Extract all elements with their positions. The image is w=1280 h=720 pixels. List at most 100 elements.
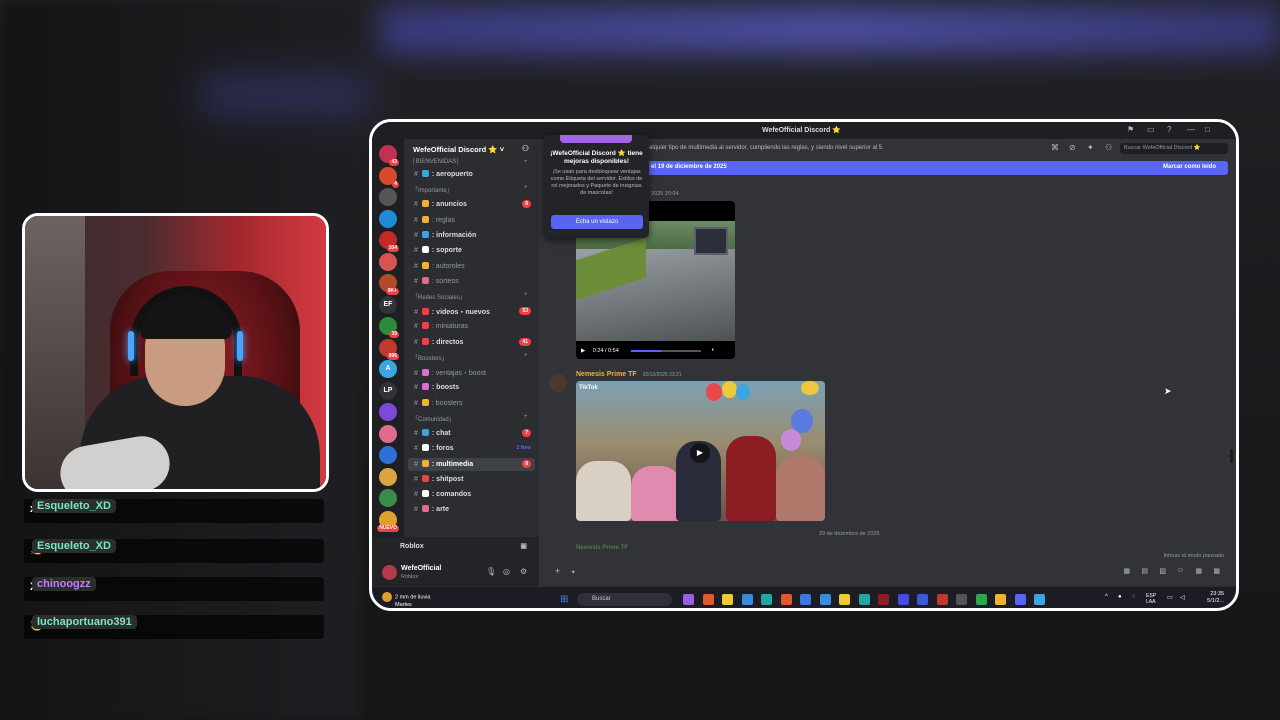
language-indicator[interactable]: ESP LAA xyxy=(1146,593,1156,605)
headphones-icon[interactable]: ◎ xyxy=(503,567,510,576)
play-button[interactable]: ▶ xyxy=(690,443,710,463)
maximize-window-icon[interactable]: □ xyxy=(1205,125,1210,134)
add-member-icon[interactable]: ⚇ xyxy=(522,144,529,153)
channel-item[interactable]: #: anuncios 8 xyxy=(408,198,535,211)
server-icon[interactable]: NUEVO xyxy=(377,510,399,532)
server-header[interactable]: WefeOfficial Discord ⭐ ˅ ⚇ xyxy=(404,139,539,159)
gif-icon[interactable]: ▤ xyxy=(1141,567,1148,575)
apps-icon[interactable]: ▦ xyxy=(1195,567,1202,575)
server-icon[interactable]: 4 xyxy=(379,166,399,188)
taskbar-app-icon[interactable] xyxy=(995,594,1006,605)
minimize-window-icon[interactable]: — xyxy=(1187,125,1195,134)
play-icon[interactable]: ▶ xyxy=(581,348,585,354)
sticker-icon[interactable]: ▧ xyxy=(1159,567,1166,575)
server-icon[interactable]: EF xyxy=(379,295,397,314)
new-messages-bar[interactable]: el 19 de diciembre de 2025 Marcar como l… xyxy=(648,161,1228,175)
channel-category[interactable]: 「Redes Sociales」 + xyxy=(412,292,528,301)
tray-mic-icon[interactable]: ◌ xyxy=(1132,594,1136,600)
add-channel-icon[interactable]: + xyxy=(524,185,528,191)
taskbar-app-icon[interactable] xyxy=(722,594,733,605)
message-author[interactable]: Nemesis Prime TF 22/12/2025 23:21 xyxy=(576,371,682,378)
search-input[interactable]: Buscar WefeOfficial Discord ⭐ xyxy=(1120,143,1228,154)
threads-icon[interactable]: ⌘ xyxy=(1051,143,1059,152)
channel-item[interactable]: #: boosts xyxy=(408,381,535,394)
scrollbar-thumb[interactable] xyxy=(1230,449,1233,463)
taskbar-app-icon[interactable] xyxy=(956,594,967,605)
add-channel-icon[interactable]: + xyxy=(524,353,528,359)
taskbar-app-icon[interactable] xyxy=(780,594,792,605)
volume-tray-icon[interactable]: ◁ xyxy=(1180,594,1185,601)
server-icon[interactable]: 43 xyxy=(379,145,399,166)
message-composer[interactable]: + ✦ ▦ ▤ ▧ ☺ ▦ ▦ xyxy=(547,563,1228,581)
channel-item[interactable]: #: chat 7 xyxy=(408,427,535,440)
taskbar-app-icon[interactable] xyxy=(819,594,831,605)
server-icon[interactable] xyxy=(379,489,397,507)
add-channel-icon[interactable]: + xyxy=(524,159,528,165)
inbox-icon[interactable]: ⚑ xyxy=(1127,125,1134,134)
channel-item[interactable]: #: arte xyxy=(408,503,535,516)
channel-item[interactable]: #: boosters xyxy=(408,397,535,410)
channel-item[interactable]: #: videos・nuevos 53 xyxy=(408,305,535,318)
channel-item[interactable]: #: directos 41 xyxy=(408,336,535,349)
take-a-look-button[interactable]: Echa un vistazo xyxy=(551,215,643,229)
server-icon[interactable]: 9K+ xyxy=(379,274,399,295)
volume-icon[interactable]: ◐ xyxy=(712,347,715,353)
taskbar-app-icon[interactable] xyxy=(800,594,811,605)
channel-category[interactable]: │BIENVENIDAS│ + xyxy=(412,159,528,165)
mic-icon[interactable]: 🎙 xyxy=(486,567,496,576)
taskbar-app-icon[interactable] xyxy=(839,594,850,605)
taskbar-app-icon[interactable] xyxy=(683,594,694,605)
channel-category[interactable]: 「Boosters」 + xyxy=(412,353,528,362)
taskbar-clock[interactable]: 23:35 5/1/2... xyxy=(1207,591,1224,605)
channel-item[interactable]: #: aeropuerto xyxy=(408,168,535,181)
taskbar-app-icon[interactable] xyxy=(741,594,753,605)
network-icon[interactable]: ▭ xyxy=(1167,594,1173,601)
author-avatar[interactable] xyxy=(549,374,567,392)
channel-item[interactable]: #: multimedia 8 xyxy=(408,457,535,471)
minimize-icon[interactable]: ▭ xyxy=(1147,125,1155,134)
channel-item[interactable]: #: soporte xyxy=(408,244,535,257)
video-attachment[interactable]: TikTok ▶ xyxy=(576,381,825,521)
voice-status[interactable]: Roblox ▣ xyxy=(372,537,539,559)
taskbar-app-icon[interactable] xyxy=(897,594,909,605)
gift-icon[interactable]: ▦ xyxy=(1123,567,1130,575)
mute-icon[interactable]: ⊘ xyxy=(1069,143,1076,152)
server-icon[interactable] xyxy=(379,188,397,206)
pin-icon[interactable]: ✦ xyxy=(1087,143,1094,152)
server-icon[interactable] xyxy=(379,252,397,271)
tray-app-icon[interactable]: ● xyxy=(1118,594,1122,600)
channel-category[interactable]: 「Comunidad」 + xyxy=(412,414,528,423)
tray-chevron-icon[interactable]: ^ xyxy=(1105,594,1108,600)
channel-item[interactable]: #: miniaturas xyxy=(408,320,535,333)
members-icon[interactable]: ⚇ xyxy=(1105,143,1112,152)
server-icon[interactable] xyxy=(379,403,397,421)
channel-item[interactable]: #: shitpost xyxy=(408,473,535,486)
taskbar-search[interactable]: Buscar xyxy=(577,593,672,606)
server-icon[interactable]: 996 xyxy=(379,338,399,360)
video-progress[interactable] xyxy=(631,350,701,352)
voice-settings-icon[interactable]: ▣ xyxy=(520,542,527,550)
server-icon[interactable] xyxy=(379,209,397,228)
server-icon[interactable] xyxy=(379,467,397,486)
windows-start-icon[interactable]: ⊞ xyxy=(560,594,568,605)
taskbar-app-icon[interactable] xyxy=(975,594,987,605)
add-attachment-icon[interactable]: + xyxy=(555,566,560,576)
taskbar-app-icon[interactable] xyxy=(917,594,928,605)
channel-item[interactable]: #: foros 2 New xyxy=(408,442,535,455)
taskbar-app-icon[interactable] xyxy=(761,594,772,605)
channel-item[interactable]: #: autoroles xyxy=(408,260,535,273)
weather-widget[interactable]: 2 mm de lluvia Martes xyxy=(382,592,430,608)
mark-as-read-button[interactable]: Marcar como leído xyxy=(1163,164,1216,170)
taskbar-app-icon[interactable] xyxy=(936,594,948,605)
taskbar-app-icon[interactable] xyxy=(858,594,870,605)
server-icon[interactable]: A xyxy=(379,360,397,378)
channel-item[interactable]: #: ventajas・boost xyxy=(408,366,535,379)
taskbar-app-icon[interactable] xyxy=(1034,594,1045,605)
server-icon[interactable]: LP xyxy=(379,381,397,400)
taskbar-app-icon[interactable] xyxy=(702,594,714,605)
help-icon[interactable]: ? xyxy=(1167,125,1171,134)
add-channel-icon[interactable]: + xyxy=(524,292,528,298)
taskbar-app-icon[interactable] xyxy=(878,594,889,605)
channel-item[interactable]: #: comandos xyxy=(408,488,535,501)
channel-item[interactable]: #: sorteos xyxy=(408,275,535,288)
